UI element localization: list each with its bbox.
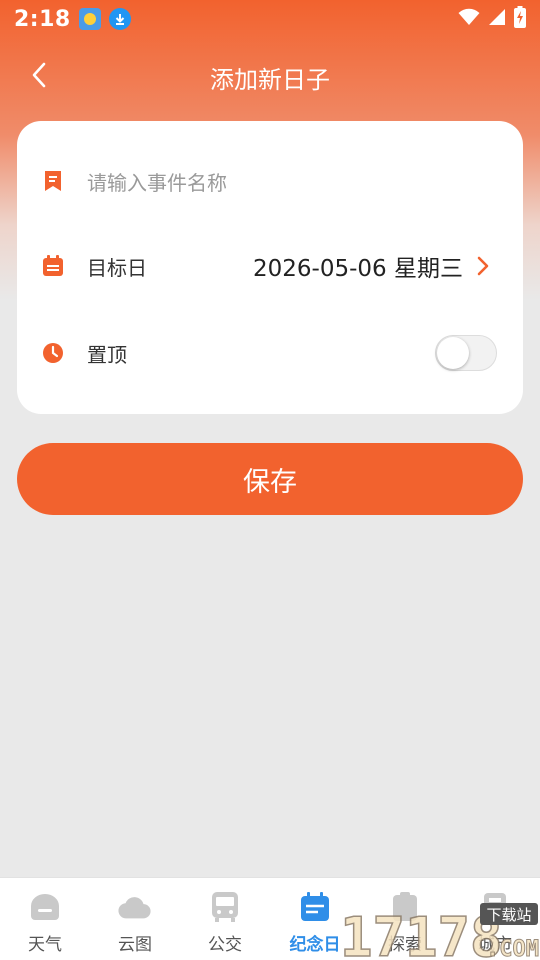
weather-home-icon xyxy=(28,890,62,924)
nav-item-cloud[interactable]: 云图 xyxy=(90,878,180,960)
city-icon xyxy=(478,890,512,924)
form-card: 请输入事件名称 目标日 2026-05-06 星期三 置顶 xyxy=(17,121,523,414)
calendar-icon xyxy=(41,254,65,278)
weather-app-icon xyxy=(78,8,101,30)
nav-item-city[interactable]: 城市 xyxy=(450,878,540,960)
explore-icon xyxy=(388,890,422,924)
event-name-row[interactable]: 请输入事件名称 xyxy=(17,151,523,211)
nav-item-anniversary[interactable]: 纪念日 xyxy=(270,878,360,960)
target-date-label: 目标日 xyxy=(87,255,147,280)
back-button[interactable] xyxy=(18,56,60,98)
download-icon xyxy=(108,8,131,30)
battery-charging-icon xyxy=(514,6,526,32)
wifi-icon xyxy=(458,8,480,30)
cloud-icon xyxy=(118,890,152,924)
chevron-left-icon xyxy=(31,61,47,93)
bookmark-icon xyxy=(41,169,65,193)
nav-label: 公交 xyxy=(208,935,242,955)
chevron-right-icon xyxy=(477,254,497,278)
nav-item-weather[interactable]: 天气 xyxy=(0,878,90,960)
nav-label: 探索 xyxy=(388,935,422,955)
pin-top-toggle[interactable] xyxy=(435,335,497,371)
target-date-row[interactable]: 目标日 2026-05-06 星期三 xyxy=(17,236,523,296)
pin-top-row: 置顶 xyxy=(17,323,523,383)
status-bar: 2:18 xyxy=(0,0,540,38)
title-bar: 添加新日子 xyxy=(0,50,540,104)
save-button[interactable]: 保存 xyxy=(17,443,523,515)
calendar-nav-icon xyxy=(298,890,332,924)
signal-icon xyxy=(488,8,506,30)
nav-item-bus[interactable]: 公交 xyxy=(180,878,270,960)
nav-label: 纪念日 xyxy=(289,935,341,955)
toggle-knob xyxy=(437,337,469,369)
status-time: 2:18 xyxy=(14,6,71,32)
nav-label: 云图 xyxy=(118,935,152,955)
page-title: 添加新日子 xyxy=(210,65,330,94)
pin-top-label: 置顶 xyxy=(87,342,127,367)
target-date-value[interactable]: 2026-05-06 星期三 xyxy=(253,249,463,283)
bottom-nav: 天气 云图 公交 纪念日 探索 城市 xyxy=(0,877,540,960)
event-name-input[interactable]: 请输入事件名称 xyxy=(87,167,227,196)
nav-label: 天气 xyxy=(28,935,62,955)
nav-label: 城市 xyxy=(478,935,512,955)
bus-icon xyxy=(208,890,242,924)
clock-icon xyxy=(41,341,65,365)
nav-item-explore[interactable]: 探索 xyxy=(360,878,450,960)
